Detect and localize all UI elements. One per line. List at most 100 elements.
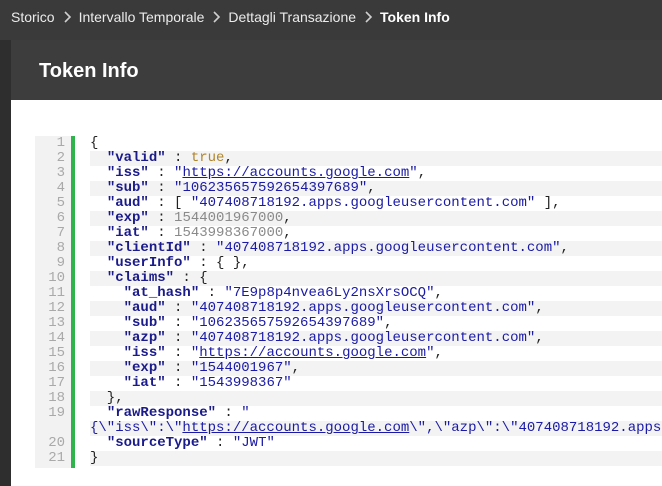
json-string: \",\"azp\":\"407408718192.apps.googleuse…: [409, 420, 662, 436]
json-punctuation: [90, 285, 124, 301]
json-punctuation: :: [148, 180, 175, 196]
json-punctuation: :: [190, 240, 217, 256]
line-number: 1: [56, 136, 65, 151]
code-line: "iss" : "https://accounts.google.com",: [90, 346, 443, 361]
json-punctuation: : {: [174, 270, 208, 286]
json-punctuation: [90, 300, 124, 316]
json-punctuation: [90, 180, 107, 196]
json-string: "106235657592654397689": [174, 180, 368, 196]
json-key: "rawResponse": [106, 405, 217, 421]
json-string: "1544001967": [190, 360, 292, 376]
line-number: 18: [48, 390, 65, 406]
line-number: 7: [56, 225, 65, 241]
code-line: "aud" : "407408718192.apps.googleusercon…: [90, 301, 544, 316]
json-punctuation: [90, 270, 107, 286]
json-punctuation: : { },: [190, 255, 250, 271]
json-string: "106235657592654397689": [190, 315, 385, 331]
json-string: {\"iss\":\": [90, 420, 183, 436]
json-punctuation: :: [165, 150, 191, 166]
line-number: 8: [56, 240, 65, 256]
json-link[interactable]: https://accounts.google.com: [182, 165, 409, 181]
breadcrumb-intervallo-temporale[interactable]: Intervallo Temporale: [79, 9, 205, 25]
breadcrumb-dettagli-transazione[interactable]: Dettagli Transazione: [228, 9, 356, 25]
json-punctuation: ,: [417, 165, 427, 181]
json-key: "exp": [106, 210, 149, 226]
json-punctuation: ,: [283, 225, 292, 241]
code-line: "azp" : "407408718192.apps.googleusercon…: [90, 331, 544, 346]
json-string: "1543998367": [190, 375, 292, 391]
code-row-shade: [90, 391, 662, 406]
json-key: "claims": [106, 270, 175, 286]
json-punctuation: ,: [434, 345, 443, 361]
breadcrumb: Storico Intervallo Temporale Dettagli Tr…: [11, 9, 450, 25]
line-number: 5: [56, 195, 65, 211]
json-punctuation: [90, 240, 107, 256]
json-link[interactable]: https://accounts.google.com: [182, 420, 409, 436]
code-line: "claims" : {: [90, 271, 208, 286]
line-number: 16: [48, 360, 65, 376]
json-punctuation: :: [216, 405, 242, 421]
json-punctuation: [90, 405, 107, 421]
line-number: 21: [48, 450, 65, 466]
json-punctuation: :: [165, 375, 191, 391]
json-punctuation: ,: [283, 210, 292, 226]
line-number: 3: [56, 165, 65, 181]
code-line: }: [90, 451, 98, 466]
json-number: 1543998367000: [174, 225, 284, 241]
chevron-right-icon: [356, 9, 380, 25]
json-punctuation: ],: [535, 195, 561, 211]
json-punctuation: [90, 150, 107, 166]
json-punctuation: [90, 375, 124, 391]
json-punctuation: :: [165, 315, 191, 331]
line-number: 13: [48, 315, 65, 331]
json-number: 1544001967000: [174, 210, 284, 226]
json-punctuation: ,: [560, 240, 569, 256]
line-number: 4: [56, 180, 65, 196]
chevron-right-icon: [204, 9, 228, 25]
json-punctuation: [90, 225, 107, 241]
json-viewer[interactable]: 1{2 "valid" : true, 3 "iss" : "https://ac…: [35, 136, 662, 468]
json-link[interactable]: https://accounts.google.com: [199, 345, 426, 361]
code-line: {\"iss\":\"https://accounts.google.com\"…: [90, 421, 662, 436]
json-key: "aud": [123, 300, 166, 316]
json-string: ": [426, 345, 435, 361]
json-key: "sourceType": [106, 435, 208, 451]
line-number: 10: [48, 270, 65, 286]
breadcrumb-token-info: Token Info: [380, 9, 450, 25]
line-number: 12: [48, 300, 65, 316]
page-header: Token Info: [11, 40, 662, 100]
json-punctuation: :: [207, 435, 233, 451]
json-string: "407408718192.apps.googleusercontent.com…: [216, 240, 561, 256]
json-key: "sub": [123, 315, 166, 331]
code-line: "valid" : true,: [90, 151, 233, 166]
json-punctuation: :: [148, 210, 175, 226]
json-punctuation: [90, 360, 124, 376]
json-punctuation: ,: [535, 300, 544, 316]
json-punctuation: :: [148, 165, 175, 181]
json-key: "aud": [106, 195, 149, 211]
json-punctuation: [90, 345, 124, 361]
json-key: "azp": [123, 330, 166, 346]
json-punctuation: ,: [367, 180, 376, 196]
json-key: "iat": [106, 225, 149, 241]
json-punctuation: ,: [224, 150, 233, 166]
json-punctuation: [90, 330, 124, 346]
code-line: "clientId" : "407408718192.apps.googleus…: [90, 241, 569, 256]
code-line: "sub" : "106235657592654397689",: [90, 181, 376, 196]
json-string: "JWT": [232, 435, 275, 451]
code-line: "sub" : "106235657592654397689",: [90, 315, 393, 331]
json-key: "valid": [106, 150, 166, 166]
json-key: "iat": [123, 375, 166, 391]
line-number: 15: [48, 345, 65, 361]
line-number: 11: [48, 285, 65, 301]
breadcrumb-storico[interactable]: Storico: [11, 9, 55, 25]
json-punctuation: [90, 315, 124, 331]
json-key: "iss": [123, 345, 166, 361]
json-punctuation: : [: [148, 195, 191, 211]
page-title: Token Info: [39, 60, 139, 82]
json-punctuation: :: [165, 330, 191, 346]
content-panel: 1{2 "valid" : true, 3 "iss" : "https://ac…: [11, 100, 662, 486]
json-string: "407408718192.apps.googleusercontent.com…: [190, 330, 536, 346]
json-key: "exp": [123, 360, 166, 376]
line-number: 2: [56, 150, 65, 166]
